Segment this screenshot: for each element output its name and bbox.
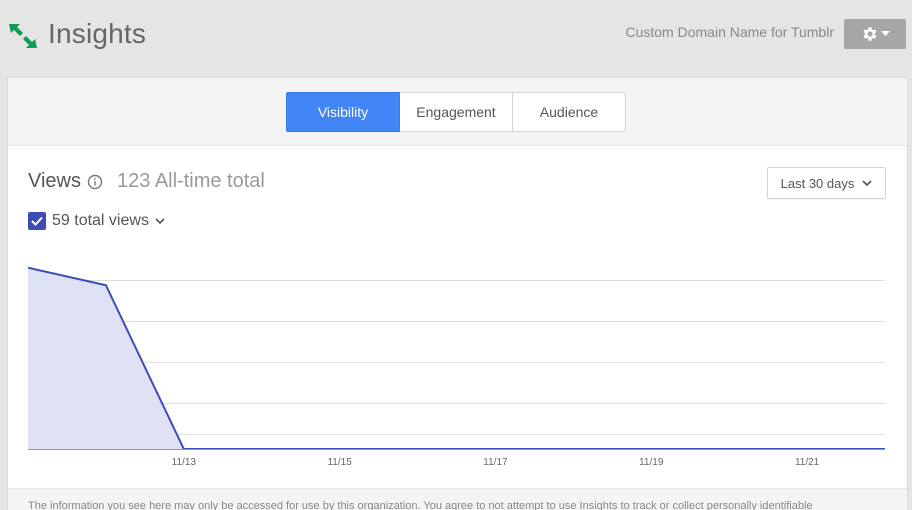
tab-bar: Visibility Engagement Audience xyxy=(8,78,907,146)
x-tick-label: 11/15 xyxy=(327,457,352,466)
checkmark-icon xyxy=(31,216,43,226)
info-icon[interactable] xyxy=(87,174,103,190)
x-tick-label: 11/21 xyxy=(795,457,820,466)
x-tick-label: 11/19 xyxy=(639,457,664,466)
chevron-down-icon[interactable] xyxy=(155,217,165,225)
views-chart: 302316911/1311/1511/1711/1911/21 xyxy=(28,266,885,466)
settings-button[interactable] xyxy=(844,19,906,49)
insights-arrows-icon xyxy=(9,24,37,48)
date-range-select[interactable]: Last 30 days xyxy=(767,167,886,199)
views-heading: Views 123 All-time total xyxy=(28,170,265,193)
series-checkbox[interactable] xyxy=(28,212,46,230)
chevron-down-icon xyxy=(862,179,872,186)
footer: The information you see here may only be… xyxy=(8,488,907,510)
app-header: Insights Custom Domain Name for Tumblr xyxy=(0,0,912,72)
footer-disclaimer: The information you see here may only be… xyxy=(28,500,813,510)
x-tick-label: 11/17 xyxy=(483,457,508,466)
date-range-label: Last 30 days xyxy=(780,175,855,191)
insights-card: Visibility Engagement Audience Views 123… xyxy=(7,77,908,510)
series-toggle[interactable]: 59 total views xyxy=(28,212,165,230)
x-tick-label: 11/13 xyxy=(172,457,197,466)
views-label: Views xyxy=(28,170,81,192)
caret-down-icon xyxy=(880,31,890,36)
tab-engagement[interactable]: Engagement xyxy=(399,92,513,132)
site-name: Custom Domain Name for Tumblr xyxy=(625,24,834,40)
tabs: Visibility Engagement Audience xyxy=(286,92,626,132)
page-title: Insights xyxy=(48,18,147,49)
tab-visibility[interactable]: Visibility xyxy=(286,92,400,132)
tab-audience[interactable]: Audience xyxy=(512,92,626,132)
gear-icon xyxy=(863,27,876,41)
all-time-total: 123 All-time total xyxy=(117,170,265,192)
series-area xyxy=(28,267,885,449)
series-label: 59 total views xyxy=(52,212,149,229)
